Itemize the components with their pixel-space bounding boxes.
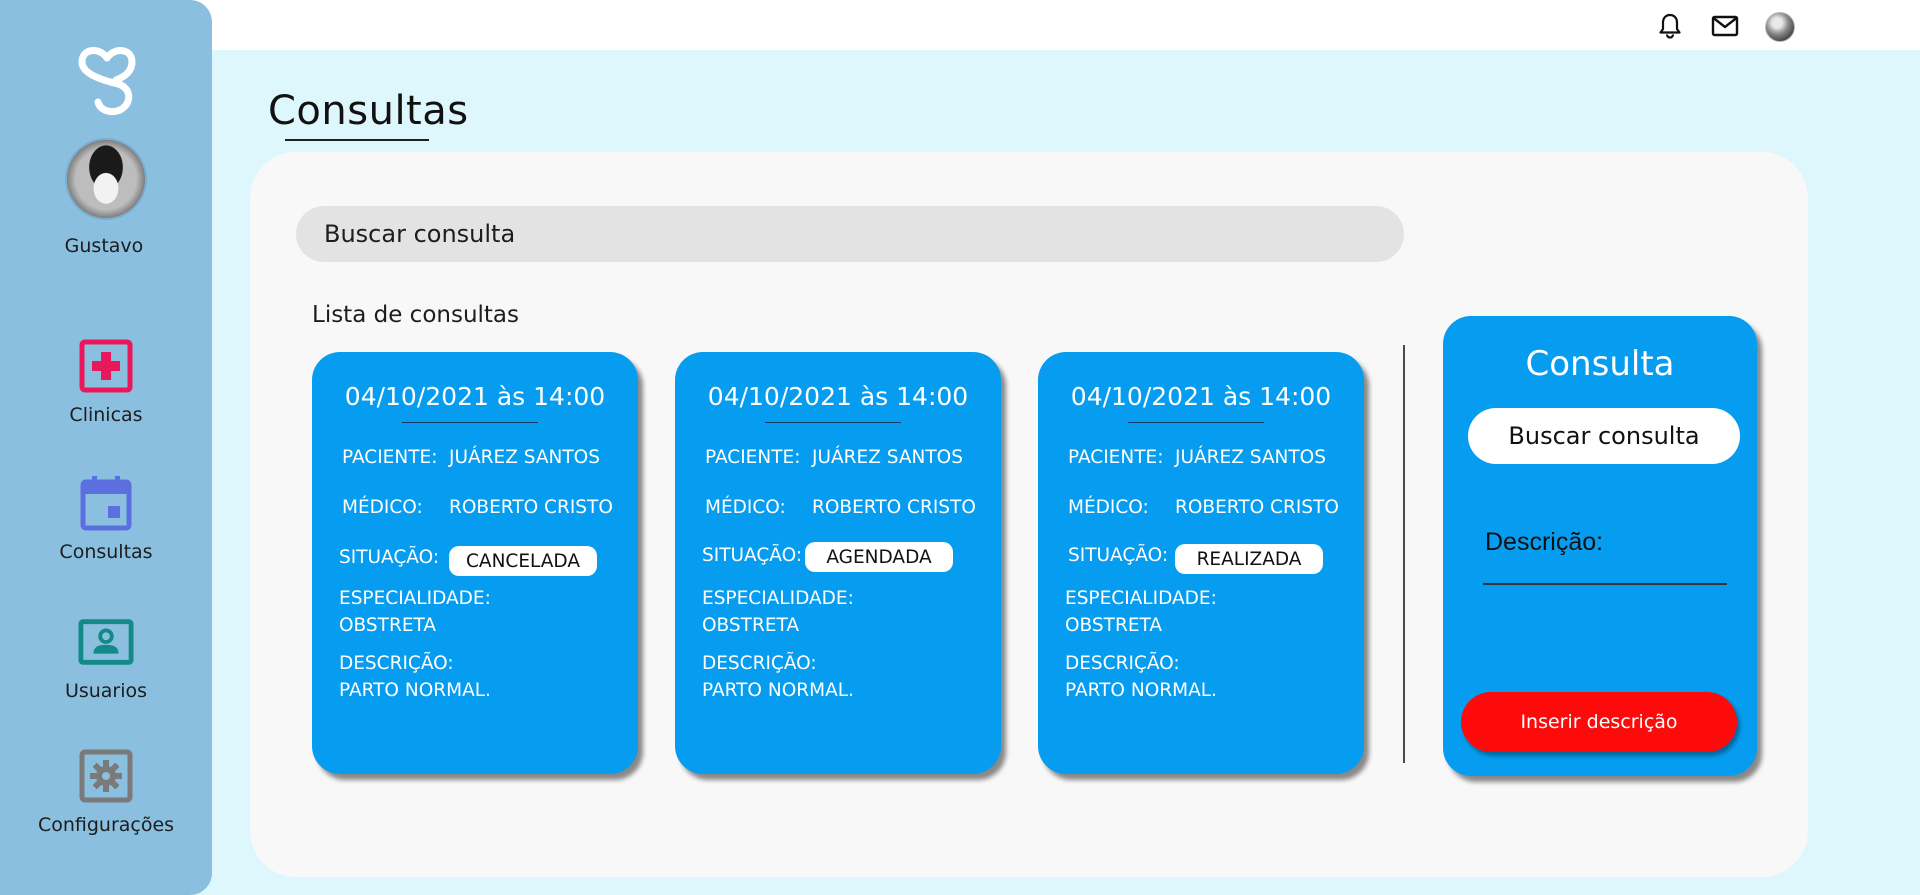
description-value: PARTO NORMAL.	[1065, 680, 1217, 701]
bell-icon[interactable]	[1656, 12, 1684, 40]
user-card-icon	[78, 614, 134, 670]
status-label: SITUAÇÃO:	[1068, 545, 1169, 566]
description-value: PARTO NORMAL.	[339, 680, 491, 701]
description-label: DESCRIÇÃO:	[1065, 653, 1180, 674]
doctor-label: MÉDICO:	[342, 497, 423, 518]
card-date: 04/10/2021 às 14:00	[1070, 382, 1332, 411]
list-title: Lista de consultas	[312, 302, 520, 328]
status-label: SITUAÇÃO:	[339, 547, 440, 568]
specialty-label: ESPECIALIDADE:	[339, 588, 491, 609]
consultation-detail-panel: Consulta Descrição: Inserir descrição	[1443, 316, 1757, 776]
description-field[interactable]	[1483, 583, 1727, 585]
status-label: SITUAÇÃO:	[702, 545, 803, 566]
consultation-card[interactable]: 04/10/2021 às 14:00 PACIENTE: JUÁREZ SAN…	[675, 352, 1001, 774]
detail-title: Consulta	[1525, 344, 1675, 384]
app-logo-icon[interactable]	[74, 44, 140, 116]
consultation-card[interactable]: 04/10/2021 às 14:00 PACIENTE: JUÁREZ SAN…	[1038, 352, 1364, 774]
specialty-value: OBSTRETA	[702, 615, 800, 636]
status-badge[interactable]: AGENDADA	[805, 542, 953, 572]
card-date: 04/10/2021 às 14:00	[344, 382, 606, 411]
title-underline	[285, 139, 429, 141]
patient-value: JUÁREZ SANTOS	[449, 447, 600, 468]
user-name: Gustavo	[64, 235, 144, 257]
top-bar	[0, 0, 1920, 50]
description-value: PARTO NORMAL.	[702, 680, 854, 701]
sidebar: Gustavo Clinicas Consultas Usuarios Conf…	[0, 0, 212, 895]
page-title: Consultas	[268, 88, 469, 134]
sidebar-item-clinicas[interactable]: Clinicas	[0, 338, 212, 448]
doctor-label: MÉDICO:	[705, 497, 786, 518]
hospital-cross-icon	[78, 338, 134, 394]
doctor-value: ROBERTO CRISTO	[1175, 497, 1339, 518]
sidebar-item-usuarios[interactable]: Usuarios	[0, 614, 212, 724]
description-field-label: Descrição:	[1485, 528, 1604, 556]
patient-label: PACIENTE:	[342, 447, 438, 468]
card-date: 04/10/2021 às 14:00	[707, 382, 969, 411]
sidebar-item-label: Usuarios	[64, 680, 148, 702]
card-divider	[402, 422, 538, 423]
gear-icon	[78, 748, 134, 804]
insert-description-button[interactable]: Inserir descrição	[1461, 692, 1737, 752]
sidebar-item-label: Configurações	[37, 814, 175, 836]
patient-label: PACIENTE:	[1068, 447, 1164, 468]
description-label: DESCRIÇÃO:	[339, 653, 454, 674]
sidebar-item-label: Consultas	[59, 541, 153, 563]
patient-value: JUÁREZ SANTOS	[812, 447, 963, 468]
patient-label: PACIENTE:	[705, 447, 801, 468]
calendar-icon	[78, 475, 134, 531]
specialty-value: OBSTRETA	[1065, 615, 1163, 636]
sidebar-item-label: Clinicas	[69, 404, 143, 426]
status-badge[interactable]: REALIZADA	[1175, 544, 1323, 574]
doctor-value: ROBERTO CRISTO	[812, 497, 976, 518]
patient-value: JUÁREZ SANTOS	[1175, 447, 1326, 468]
sidebar-item-consultas[interactable]: Consultas	[0, 475, 212, 585]
mail-icon[interactable]	[1711, 12, 1739, 40]
specialty-value: OBSTRETA	[339, 615, 437, 636]
description-label: DESCRIÇÃO:	[702, 653, 817, 674]
doctor-value: ROBERTO CRISTO	[449, 497, 613, 518]
status-badge[interactable]: CANCELADA	[449, 546, 597, 576]
user-avatar[interactable]	[1765, 12, 1795, 42]
specialty-label: ESPECIALIDADE:	[702, 588, 854, 609]
card-divider	[1128, 422, 1264, 423]
consultation-card[interactable]: 04/10/2021 às 14:00 PACIENTE: JUÁREZ SAN…	[312, 352, 638, 774]
detail-search-input[interactable]	[1468, 408, 1740, 464]
specialty-label: ESPECIALIDADE:	[1065, 588, 1217, 609]
doctor-label: MÉDICO:	[1068, 497, 1149, 518]
vertical-divider	[1403, 345, 1405, 763]
profile-avatar[interactable]	[65, 138, 147, 220]
search-input[interactable]	[296, 206, 1404, 262]
sidebar-item-configuracoes[interactable]: Configurações	[0, 748, 212, 858]
card-divider	[765, 422, 901, 423]
